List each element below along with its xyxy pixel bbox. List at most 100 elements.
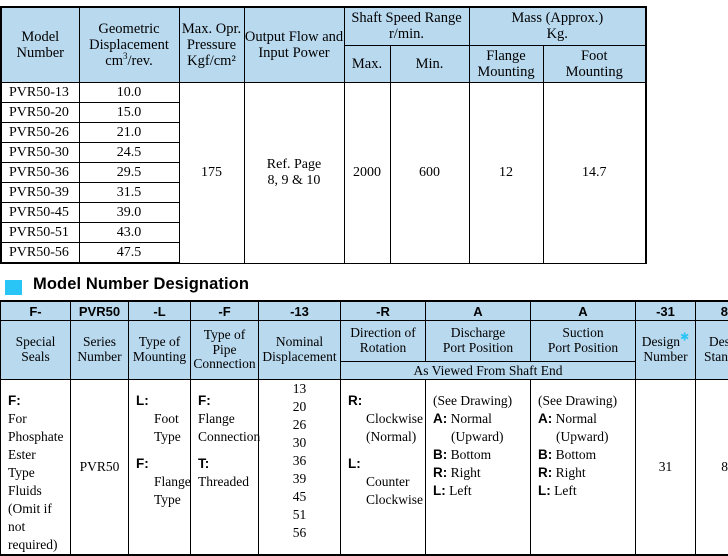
- mounting-option-1-line2: Type: [136, 428, 185, 446]
- rotation-option-1-code: R:: [348, 393, 362, 408]
- label-design-standard: Design Standard: [696, 321, 728, 380]
- label-direction-of-rotation: Direction of Rotation: [341, 321, 426, 362]
- cell-suction-port-position: (See Drawing) A: Normal (Upward) B: Bott…: [531, 380, 636, 555]
- suction-option-l-code: L:: [538, 483, 551, 498]
- discharge-option-a-sub: (Upward): [433, 428, 525, 446]
- code-discharge-port-position: A: [426, 301, 531, 321]
- cell-series-number: PVR50: [71, 380, 129, 555]
- nominal-value-3: 30: [293, 435, 307, 450]
- cell-model: PVR50-39: [1, 183, 79, 203]
- cell-mass-flange: 12: [469, 83, 543, 264]
- discharge-option-b-label: Bottom: [451, 447, 492, 462]
- cell-model: PVR50-36: [1, 163, 79, 183]
- label-design-number-line1: Design: [642, 334, 680, 349]
- label-design-number-line2: Number: [643, 349, 687, 364]
- mounting-option-1-line1: Foot: [136, 410, 185, 428]
- table-row: PVR50-13 10.0 175 Ref. Page 8, 9 & 10 20…: [1, 83, 646, 103]
- nominal-value-6: 45: [293, 489, 307, 504]
- col-foot-line2: Mounting: [566, 64, 623, 80]
- label-design-number: Design✱ Number: [636, 321, 696, 380]
- specifications-table-body: PVR50-13 10.0 175 Ref. Page 8, 9 & 10 20…: [1, 83, 646, 264]
- cell-displacement: 24.5: [79, 143, 179, 163]
- pipe-option-2-line1: Threaded: [198, 474, 249, 489]
- footnote-asterisk-icon: ✱: [680, 332, 689, 344]
- col-geometric-displacement: Geometric Displacement cm3/rev.: [79, 7, 179, 83]
- suction-see-drawing-note: (See Drawing): [538, 393, 617, 408]
- rotation-option-1-line2: (Normal): [348, 428, 420, 446]
- pipe-spacer: [198, 446, 253, 455]
- section-heading: Model Number Designation: [0, 275, 728, 299]
- col-shaft-min: Min.: [390, 45, 469, 82]
- suction-option-b-code: B:: [538, 447, 552, 462]
- col-max-opr-pressure: Max. Opr. Pressure Kgf/cm²: [179, 7, 244, 83]
- special-seals-code: F:: [8, 393, 21, 408]
- label-rotation-line1: Direction of: [350, 325, 416, 340]
- pipe-option-2-code: T:: [198, 456, 209, 471]
- suction-option-a-label: Normal: [556, 411, 597, 426]
- col-output-line2: Input Power: [258, 45, 329, 61]
- label-suction-port-position: Suction Port Position: [531, 321, 636, 362]
- cell-model: PVR50-26: [1, 123, 79, 143]
- label-discharge-line1: Discharge: [451, 325, 505, 340]
- cell-max-pressure: 175: [179, 83, 244, 264]
- code-design-number: -31: [636, 301, 696, 321]
- col-foot-mounting: Foot Mounting: [543, 45, 646, 82]
- label-design-standard-line1: Design: [709, 334, 728, 349]
- cell-type-of-mounting: L: Foot Type F: Flange Type: [129, 380, 191, 555]
- cell-model: PVR50-20: [1, 103, 79, 123]
- nominal-value-7: 51: [293, 507, 307, 522]
- col-geometric-line3-unit: cm3/rev.: [105, 53, 152, 69]
- col-output-line1: Output Flow and: [245, 29, 343, 45]
- mnd-body-row: F: For Phosphate Ester Type Fluids (Omit…: [1, 380, 728, 555]
- code-special-seals: F-: [1, 301, 71, 321]
- col-output-flow-input-power: Output Flow and Input Power: [244, 7, 344, 83]
- label-nominal-line2: Displacement: [262, 349, 336, 364]
- cell-design-number: 31: [636, 380, 696, 555]
- discharge-option-r-label: Right: [451, 465, 481, 480]
- mounting-content: L: Foot Type F: Flange Type: [129, 380, 190, 509]
- nominal-value-1: 20: [293, 399, 307, 414]
- label-design-standard-line2: Standard: [704, 349, 728, 364]
- discharge-option-r-code: R:: [433, 465, 447, 480]
- col-mass-line1: Mass (Approx.): [511, 10, 603, 26]
- mnd-table-body: F: For Phosphate Ester Type Fluids (Omit…: [1, 380, 728, 555]
- suction-option-l-label: Left: [554, 483, 577, 498]
- label-pipe-line2: Pipe: [212, 342, 236, 357]
- cell-nominal-displacement: 13 20 26 30 36 39 45 51 56: [259, 380, 341, 555]
- cell-output-line1: Ref. Page: [267, 157, 321, 172]
- special-seals-line-4: Fluids: [8, 483, 42, 498]
- col-mass-approx: Mass (Approx.) Kg.: [469, 7, 646, 45]
- col-model-number-line2: Number: [16, 45, 64, 61]
- special-seals-line-3: Ester Type: [8, 447, 36, 480]
- cell-speed-min: 600: [390, 83, 469, 264]
- cell-mass-foot: 14.7: [543, 83, 646, 264]
- label-series-number: Series Number: [71, 321, 129, 380]
- label-suction-line2: Port Position: [548, 340, 618, 355]
- special-seals-line-6: not: [8, 519, 25, 534]
- cell-special-seals: F: For Phosphate Ester Type Fluids (Omit…: [1, 380, 71, 555]
- cell-output-flow: Ref. Page 8, 9 & 10: [244, 83, 344, 264]
- mounting-option-1-code: L:: [136, 393, 149, 408]
- rotation-content: R: Clockwise (Normal) L: Counter Clockwi…: [341, 380, 425, 509]
- pipe-option-1-code: F:: [198, 393, 211, 408]
- cell-displacement: 29.5: [79, 163, 179, 183]
- mounting-spacer: [136, 446, 185, 455]
- label-mounting-line1: Type of: [139, 334, 180, 349]
- unit-cm: cm: [105, 53, 123, 69]
- cell-model: PVR50-30: [1, 143, 79, 163]
- unit-per-rev: /rev.: [127, 53, 152, 69]
- specifications-table: Model Number Geometric Displacement cm3/…: [0, 6, 647, 264]
- mounting-option-2-line1: Flange: [136, 473, 185, 491]
- spec-header-row-1: Model Number Geometric Displacement cm3/…: [1, 7, 646, 45]
- code-type-of-pipe-connection: -F: [191, 301, 259, 321]
- discharge-option-l-label: Left: [449, 483, 472, 498]
- col-flange-line1: Flange: [486, 48, 525, 64]
- col-pressure-line2: Pressure: [187, 37, 236, 53]
- label-discharge-port-position: Discharge Port Position: [426, 321, 531, 362]
- cell-design-standard: 80: [696, 380, 728, 555]
- label-nominal-line1: Nominal: [276, 334, 323, 349]
- label-type-of-mounting: Type of Mounting: [129, 321, 191, 380]
- cell-model: PVR50-56: [1, 243, 79, 264]
- special-seals-line-2: Phosphate: [8, 429, 64, 444]
- nominal-value-5: 39: [293, 471, 307, 486]
